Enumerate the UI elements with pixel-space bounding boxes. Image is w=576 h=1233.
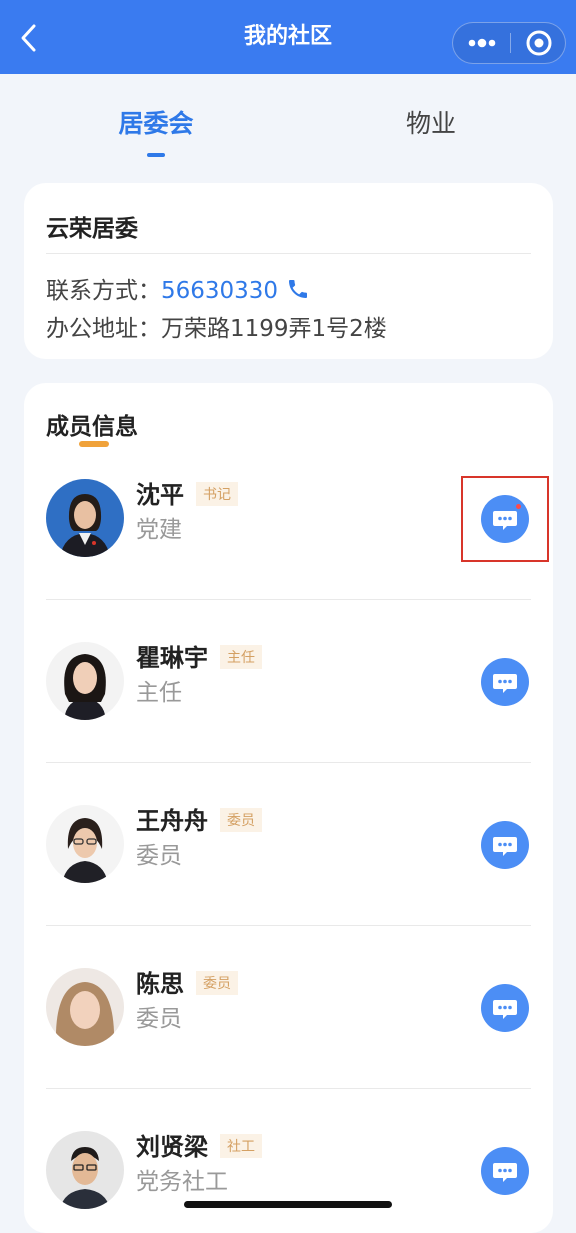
address-row: 办公地址：万荣路1199弄1号2楼 xyxy=(46,309,387,343)
more-button[interactable] xyxy=(453,23,510,63)
member-title-badge: 书记 xyxy=(196,482,238,506)
member-name-line: 刘贤梁 社工 xyxy=(136,1127,262,1162)
member-list-item: 陈思 委员 委员 xyxy=(24,872,553,1089)
target-circle-icon xyxy=(526,30,552,56)
chat-button[interactable] xyxy=(481,984,529,1032)
avatar xyxy=(46,1131,124,1209)
chat-button[interactable] xyxy=(481,658,529,706)
member-role: 委员 xyxy=(136,843,182,869)
tab-residents-committee[interactable]: 居委会 xyxy=(76,104,236,140)
tab-property[interactable]: 物业 xyxy=(351,104,511,140)
active-tab-indicator xyxy=(147,153,165,157)
chat-bubble-icon xyxy=(493,1000,517,1019)
member-name-line: 陈思 委员 xyxy=(136,964,238,999)
office-address: 万荣路1199弄1号2楼 xyxy=(161,316,387,342)
phone-icon xyxy=(289,280,308,298)
member-name: 王舟舟 xyxy=(136,807,208,835)
tab-bar: 居委会 物业 xyxy=(0,74,576,174)
member-title-badge: 社工 xyxy=(220,1134,262,1158)
member-name-line: 瞿琳宇 主任 xyxy=(136,638,262,673)
member-name-line: 王舟舟 委员 xyxy=(136,801,262,836)
member-name: 刘贤梁 xyxy=(136,1133,208,1161)
more-dots-icon xyxy=(468,38,496,48)
close-mini-program-button[interactable] xyxy=(511,23,566,63)
address-label: 办公地址： xyxy=(46,316,161,342)
chat-button[interactable] xyxy=(481,1147,529,1195)
member-role: 委员 xyxy=(136,1006,182,1032)
member-list-item: 沈平 书记 党建 xyxy=(24,383,553,600)
member-list-item: 王舟舟 委员 委员 xyxy=(24,709,553,926)
member-list-item: 瞿琳宇 主任 主任 xyxy=(24,546,553,763)
member-role: 主任 xyxy=(136,680,182,706)
members-card: 成员信息 沈平 书记 党建 瞿琳宇 主任 主任 王舟舟 委员 委员 陈思 委员 … xyxy=(24,383,553,1233)
home-indicator xyxy=(184,1201,392,1208)
member-title-badge: 主任 xyxy=(220,645,262,669)
member-role: 党务社工 xyxy=(136,1169,228,1195)
member-name-line: 沈平 书记 xyxy=(136,475,238,510)
member-name: 沈平 xyxy=(136,481,184,509)
member-role: 党建 xyxy=(136,517,182,543)
chat-bubble-icon xyxy=(493,837,517,856)
chevron-left-icon xyxy=(21,24,36,52)
chat-button[interactable] xyxy=(481,495,529,543)
divider xyxy=(46,253,531,254)
phone-number-link[interactable]: 56630330 xyxy=(161,278,278,304)
chat-bubble-icon xyxy=(493,1163,517,1182)
office-info-card: 云荣居委 联系方式：56630330 办公地址：万荣路1199弄1号2楼 xyxy=(24,183,553,359)
member-name: 瞿琳宇 xyxy=(136,644,208,672)
unread-dot xyxy=(516,504,521,509)
member-name: 陈思 xyxy=(136,970,184,998)
chat-bubble-icon xyxy=(493,674,517,693)
contact-row: 联系方式：56630330 xyxy=(46,271,310,305)
phone-call-button[interactable] xyxy=(286,277,310,301)
member-title-badge: 委员 xyxy=(220,808,262,832)
contact-label: 联系方式： xyxy=(46,278,161,304)
chat-bubble-icon xyxy=(493,511,517,530)
chat-button[interactable] xyxy=(481,821,529,869)
mini-program-capsule xyxy=(452,22,566,64)
member-title-badge: 委员 xyxy=(196,971,238,995)
office-name: 云荣居委 xyxy=(46,216,138,242)
member-list-item: 刘贤梁 社工 党务社工 xyxy=(24,1035,553,1209)
top-navigation-bar: 我的社区 xyxy=(0,0,576,74)
back-button[interactable] xyxy=(14,22,46,54)
